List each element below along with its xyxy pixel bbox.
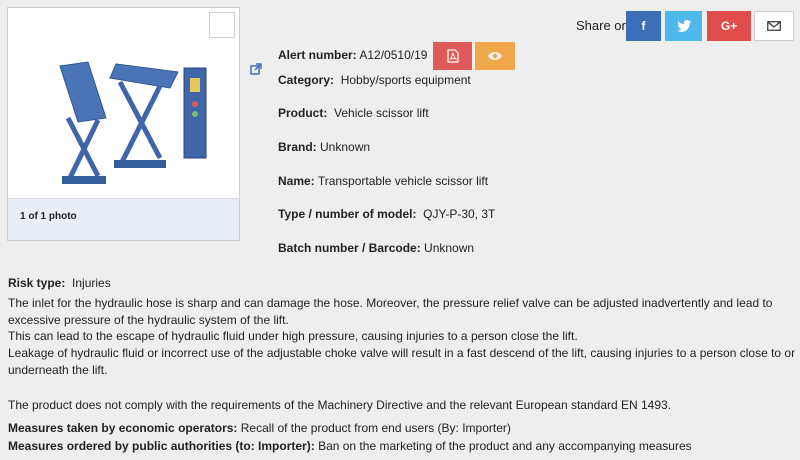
share-googleplus-button[interactable]: G+ (707, 11, 751, 41)
name-value: Transportable vehicle scissor lift (317, 174, 489, 188)
brand: Brand: Unknown (278, 140, 370, 154)
name-label: Name: (278, 174, 315, 188)
alert-number-label: Alert number: (278, 48, 357, 62)
category-value: Hobby/sports equipment (340, 73, 471, 87)
compliance-statement: The product does not comply with the req… (8, 398, 672, 412)
twitter-icon (676, 20, 691, 32)
photo-counter: 1 of 1 photo (8, 198, 239, 240)
measures-authorities-label: Measures ordered by public authorities (… (8, 439, 315, 453)
share-label: Share on (576, 18, 629, 33)
risk-description-3: Leakage of hydraulic fluid or incorrect … (8, 346, 796, 377)
measures-authorities: Measures ordered by public authorities (… (8, 438, 796, 455)
risk-type-value: Injuries (72, 276, 111, 290)
eye-icon (488, 52, 502, 60)
risk-description-1: The inlet for the hydraulic hose is shar… (8, 296, 773, 327)
share-twitter-button[interactable] (665, 11, 702, 41)
batch-number-label: Batch number / Barcode: (278, 241, 421, 255)
measures-economic-label: Measures taken by economic operators: (8, 421, 238, 435)
share-email-button[interactable] (754, 11, 794, 41)
external-link-icon (250, 63, 262, 75)
product-value: Vehicle scissor lift (334, 106, 429, 120)
batch-number-value: Unknown (424, 241, 475, 255)
measures-economic-value: Recall of the product from end users (By… (240, 421, 511, 435)
photo-card: 1 of 1 photo (7, 7, 262, 241)
measures-economic: Measures taken by economic operators: Re… (8, 420, 796, 437)
risk-description-2: This can lead to the escape of hydraulic… (8, 329, 578, 343)
product-label: Product: (278, 106, 328, 120)
googleplus-icon: G+ (720, 19, 738, 33)
batch-number: Batch number / Barcode: Unknown (278, 241, 474, 255)
category: Category: Hobby/sports equipment (278, 73, 471, 87)
model-type-label: Type / number of model: (278, 207, 417, 221)
model-type-value: QJY-P-30, 3T (423, 207, 496, 221)
download-pdf-button[interactable] (433, 42, 472, 70)
brand-label: Brand: (278, 140, 317, 154)
product: Product: Vehicle scissor lift (278, 106, 429, 120)
risk-type: Risk type: Injuries (8, 276, 111, 290)
measures-authorities-value: Ban on the marketing of the product and … (318, 439, 692, 453)
facebook-icon: f (641, 19, 646, 33)
product-photo[interactable] (8, 8, 262, 198)
alert-number-value: A12/0510/19 (359, 48, 428, 62)
model-type: Type / number of model: QJY-P-30, 3T (278, 207, 495, 221)
brand-value: Unknown (320, 140, 371, 154)
category-label: Category: (278, 73, 335, 87)
name: Name: Transportable vehicle scissor lift (278, 174, 488, 188)
alert-number: Alert number: A12/0510/19 (278, 48, 427, 62)
scissor-lift-image (59, 61, 207, 184)
expand-photo-button[interactable] (209, 12, 262, 75)
envelope-icon (767, 21, 781, 31)
pdf-file-icon (446, 49, 459, 63)
share-facebook-button[interactable]: f (626, 11, 661, 41)
risk-type-label: Risk type: (8, 276, 66, 290)
view-alert-button[interactable] (475, 42, 515, 70)
